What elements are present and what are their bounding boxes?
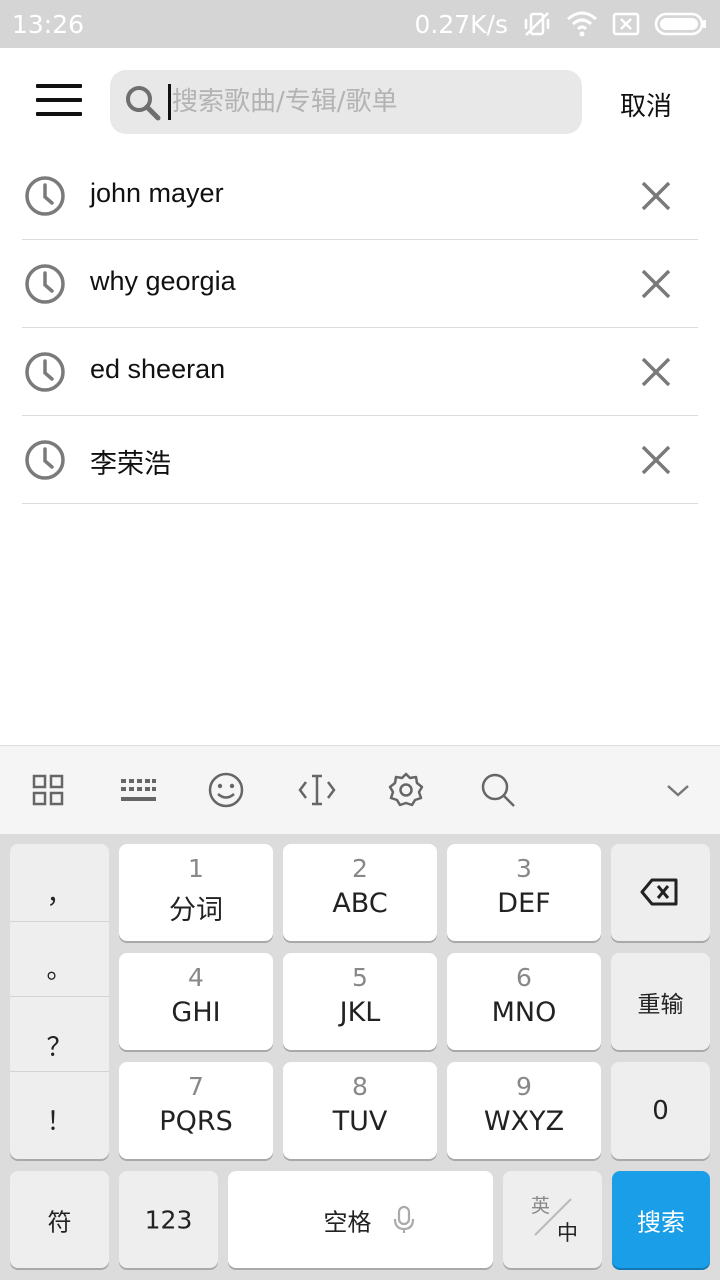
key-letters: DEF (497, 888, 551, 919)
key-4[interactable]: 4 GHI (119, 953, 273, 1050)
key-letters: PQRS (159, 1106, 233, 1137)
keyboard-toolbar (0, 745, 720, 834)
keyboard: ， 。 ？ ！ 1 分词 2 ABC 3 DEF 4 GHI 5 JKL 6 M… (0, 834, 720, 1280)
grid-icon[interactable] (28, 770, 68, 810)
history-item[interactable]: why georgia (0, 240, 720, 328)
clock-icon (24, 351, 66, 397)
search-history-list: john mayer why georgia ed sheeran 李荣浩 (0, 152, 720, 504)
search-submit-key[interactable]: 搜索 (612, 1171, 710, 1268)
history-item[interactable]: john mayer (0, 152, 720, 240)
key-3[interactable]: 3 DEF (447, 844, 601, 941)
delete-icon[interactable] (638, 178, 674, 218)
symbol-key[interactable]: 符 (10, 1171, 109, 1268)
key-1[interactable]: 1 分词 (119, 844, 273, 941)
key-9[interactable]: 9 WXYZ (447, 1062, 601, 1159)
language-switch-key[interactable]: 英 中 (503, 1171, 602, 1268)
search-header: 取消 (0, 48, 720, 158)
microphone-icon (392, 1205, 416, 1239)
search-icon (124, 84, 162, 126)
key-letters: GHI (171, 997, 221, 1028)
collapse-keyboard-icon[interactable] (658, 770, 698, 810)
key-2[interactable]: 2 ABC (283, 844, 437, 941)
key-5[interactable]: 5 JKL (283, 953, 437, 1050)
divider (22, 503, 698, 504)
search-box[interactable] (110, 70, 582, 134)
key-number: 1 (188, 854, 204, 883)
reinput-key[interactable]: 重输 (611, 953, 710, 1050)
key-letters: JKL (339, 997, 381, 1028)
text-caret (168, 84, 171, 120)
search-input[interactable] (172, 70, 562, 134)
emoji-icon[interactable] (206, 770, 246, 810)
key-6[interactable]: 6 MNO (447, 953, 601, 1050)
punct-exclaim-key[interactable]: ！ (10, 1101, 109, 1138)
reinput-label: 重输 (637, 991, 684, 1018)
clock-icon (24, 175, 66, 221)
delete-icon[interactable] (638, 442, 674, 482)
key-0[interactable]: 0 (611, 1062, 710, 1159)
history-item-text: 李荣浩 (90, 449, 171, 479)
key-number: 6 (516, 963, 532, 992)
search-submit-label: 搜索 (637, 1208, 685, 1236)
no-sim-icon (612, 12, 640, 36)
key-number: 8 (352, 1072, 368, 1101)
key-number: 4 (188, 963, 204, 992)
wifi-icon (566, 11, 598, 37)
key-number: 3 (516, 854, 532, 883)
vibrate-off-icon (522, 9, 552, 39)
key-number: 7 (188, 1072, 204, 1101)
history-item-text: ed sheeran (90, 354, 226, 384)
slash-icon (531, 1195, 575, 1243)
network-speed: 0.27K/s (414, 9, 508, 39)
divider (10, 1071, 109, 1072)
key-letters: ABC (332, 888, 388, 919)
key-letters: TUV (332, 1106, 388, 1137)
key-number: 2 (352, 854, 368, 883)
history-item-text: john mayer (90, 178, 224, 208)
status-time: 13:26 (12, 10, 85, 39)
divider (10, 921, 109, 922)
backspace-key[interactable] (611, 844, 710, 941)
space-key[interactable]: 空格 (228, 1171, 493, 1268)
punct-question-key[interactable]: ？ (10, 1027, 109, 1064)
history-item[interactable]: ed sheeran (0, 328, 720, 416)
punct-comma-key[interactable]: ， (10, 874, 109, 911)
punctuation-column: ， 。 ？ ！ (10, 844, 109, 1159)
symbol-label: 符 (47, 1208, 72, 1236)
cursor-move-icon[interactable] (297, 770, 337, 810)
punct-period-key[interactable]: 。 (10, 949, 109, 986)
space-label: 空格 (323, 1208, 372, 1236)
key-number: 9 (516, 1072, 532, 1101)
key-letters: WXYZ (483, 1106, 565, 1137)
key-letters: MNO (491, 997, 557, 1028)
menu-icon[interactable] (36, 84, 84, 120)
keyboard-icon[interactable] (117, 770, 157, 810)
backspace-icon (640, 877, 680, 911)
delete-icon[interactable] (638, 354, 674, 394)
keyboard-search-icon[interactable] (478, 770, 518, 810)
key-8[interactable]: 8 TUV (283, 1062, 437, 1159)
zero-label: 0 (652, 1095, 669, 1126)
clock-icon (24, 439, 66, 485)
status-bar: 13:26 0.27K/s (0, 0, 720, 48)
delete-icon[interactable] (638, 266, 674, 306)
settings-gear-icon[interactable] (386, 770, 426, 810)
key-letters: 分词 (169, 895, 223, 926)
clock-icon (24, 263, 66, 309)
status-icons: 0.27K/s (414, 8, 708, 40)
divider (10, 996, 109, 997)
history-item-text: why georgia (90, 266, 236, 296)
key-7[interactable]: 7 PQRS (119, 1062, 273, 1159)
key-number: 5 (352, 963, 368, 992)
cancel-button[interactable]: 取消 (606, 86, 686, 123)
battery-icon (654, 11, 708, 37)
history-item[interactable]: 李荣浩 (0, 416, 720, 504)
